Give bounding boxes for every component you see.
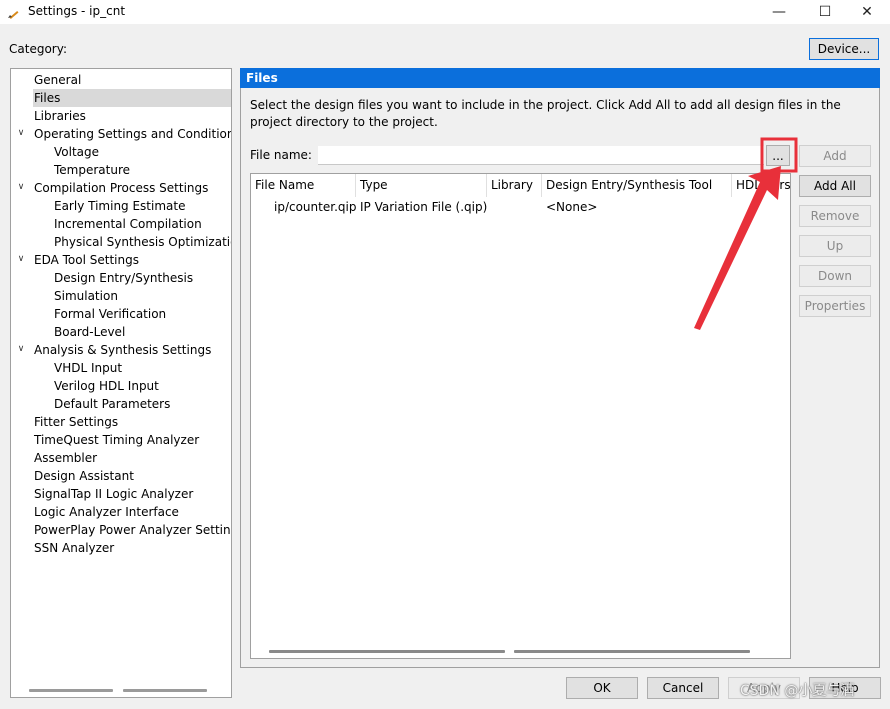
tree-item[interactable]: Verilog HDL Input <box>53 377 159 395</box>
tree-item[interactable]: Early Timing Estimate <box>53 197 185 215</box>
tree-item[interactable]: Compilation Process Settings <box>33 179 208 197</box>
file-name-label: File name: <box>250 148 312 162</box>
tree-item[interactable]: Assembler <box>33 449 97 467</box>
remove-button[interactable]: Remove <box>799 205 871 227</box>
column-header-hdl-version[interactable]: HDL Version <box>732 174 790 197</box>
panel-header: Files <box>240 68 880 88</box>
tree-item[interactable]: Operating Settings and Conditions <box>33 125 231 143</box>
table-scrollbar-thumb-left[interactable] <box>269 650 505 653</box>
file-name-input[interactable] <box>318 146 764 165</box>
panel-description: Select the design files you want to incl… <box>250 98 841 129</box>
minimize-button[interactable]: — <box>756 0 802 24</box>
tree-item[interactable]: EDA Tool Settings <box>33 251 139 269</box>
tree-item[interactable]: Logic Analyzer Interface <box>33 503 179 521</box>
category-tree[interactable]: General Files Libraries ∨ Operating Settings… <box>10 68 232 698</box>
tree-item[interactable]: General <box>33 71 81 89</box>
cancel-button[interactable]: Cancel <box>647 677 719 699</box>
tree-item[interactable]: SignalTap II Logic Analyzer <box>33 485 193 503</box>
column-header-file-name[interactable]: File Name <box>251 174 356 197</box>
down-button[interactable]: Down <box>799 265 871 287</box>
ok-button[interactable]: OK <box>566 677 638 699</box>
tree-item[interactable]: Voltage <box>53 143 99 161</box>
tree-item[interactable]: Simulation <box>53 287 118 305</box>
cell-type: IP Variation File (.qip) <box>360 200 488 214</box>
window-title: Settings - ip_cnt <box>28 4 126 18</box>
cell-tool: <None> <box>546 200 598 214</box>
properties-button[interactable]: Properties <box>799 295 871 317</box>
tree-item[interactable]: TimeQuest Timing Analyzer <box>33 431 199 449</box>
files-table[interactable]: File Name Type Library Design Entry/Synt… <box>250 173 791 659</box>
title-bar: Settings - ip_cnt — ☐ ✕ <box>0 0 890 24</box>
column-header-type[interactable]: Type <box>356 174 487 197</box>
chevron-down-icon[interactable]: ∨ <box>15 254 27 264</box>
tree-item[interactable]: Design Assistant <box>33 467 134 485</box>
device-button[interactable]: Device... <box>809 38 879 60</box>
column-header-tool[interactable]: Design Entry/Synthesis Tool <box>542 174 732 197</box>
tree-item[interactable]: Board-Level <box>53 323 125 341</box>
tree-item[interactable]: Fitter Settings <box>33 413 118 431</box>
cell-file-name: ip/counter.qip <box>274 200 357 214</box>
add-all-button[interactable]: Add All <box>799 175 871 197</box>
column-header-library[interactable]: Library <box>487 174 542 197</box>
tree-item[interactable]: Physical Synthesis Optimizations <box>53 233 231 251</box>
chevron-down-icon[interactable]: ∨ <box>15 128 27 138</box>
tree-item[interactable]: Design Entry/Synthesis <box>53 269 193 287</box>
tree-item[interactable]: Files <box>33 89 231 107</box>
browse-button[interactable]: ... <box>766 145 790 166</box>
tree-scrollbar-thumb-right[interactable] <box>123 689 207 692</box>
tree-item[interactable]: Formal Verification <box>53 305 166 323</box>
add-button[interactable]: Add <box>799 145 871 167</box>
tree-item[interactable]: Libraries <box>33 107 86 125</box>
table-scrollbar-thumb-right[interactable] <box>514 650 750 653</box>
chevron-down-icon[interactable]: ∨ <box>15 344 27 354</box>
up-button[interactable]: Up <box>799 235 871 257</box>
tree-item[interactable]: VHDL Input <box>53 359 122 377</box>
tree-item[interactable]: Incremental Compilation <box>53 215 202 233</box>
close-button[interactable]: ✕ <box>844 0 890 24</box>
tree-item[interactable]: SSN Analyzer <box>33 539 114 557</box>
tree-item[interactable]: Analysis & Synthesis Settings <box>33 341 211 359</box>
chevron-down-icon[interactable]: ∨ <box>15 182 27 192</box>
tree-item[interactable]: Temperature <box>53 161 130 179</box>
maximize-button[interactable]: ☐ <box>802 0 848 24</box>
tree-scrollbar-thumb-left[interactable] <box>29 689 113 692</box>
watermark: CSDN @小夏与酒 <box>740 683 855 699</box>
tree-item[interactable]: PowerPlay Power Analyzer Settings <box>33 521 231 539</box>
settings-pencil-icon <box>8 11 19 19</box>
tree-item[interactable]: Default Parameters <box>53 395 170 413</box>
category-label: Category: <box>9 42 67 56</box>
